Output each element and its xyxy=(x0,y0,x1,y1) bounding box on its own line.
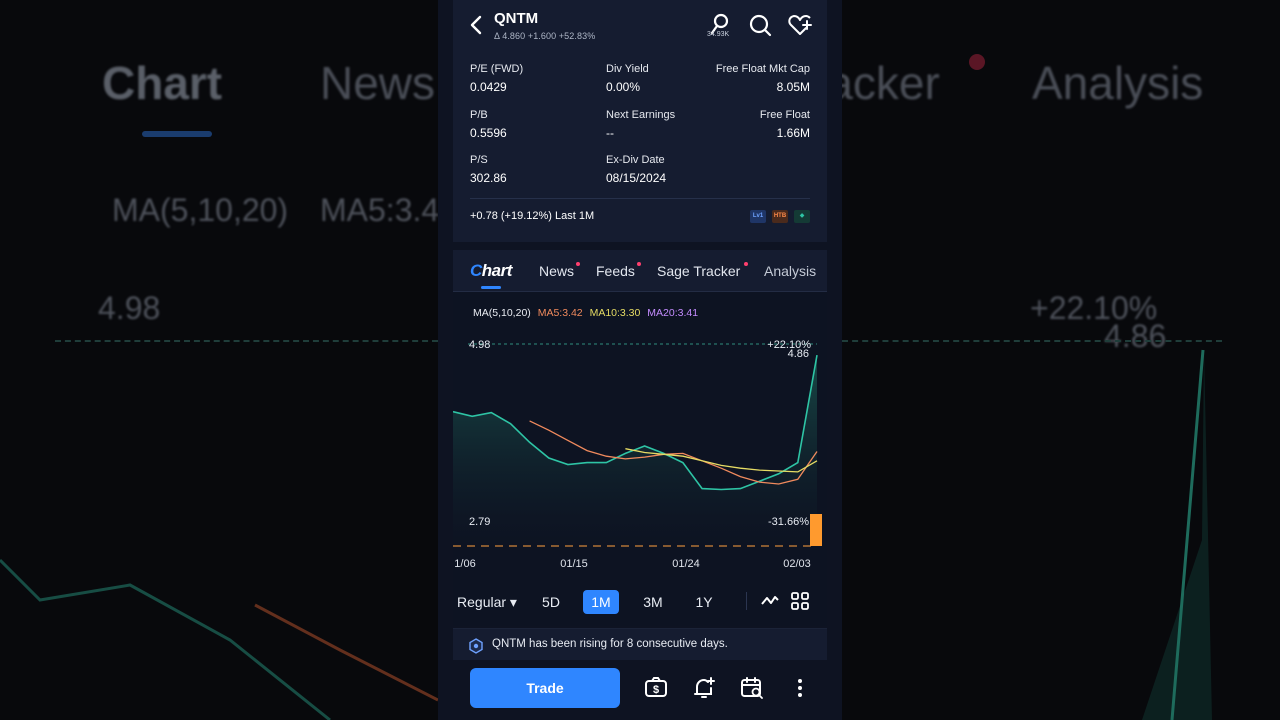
time-range-selector: Regular ▾ 5D 1M 3M 1Y xyxy=(453,578,827,626)
backdrop-right: racker Analysis +22.10% 4.86 xyxy=(842,0,1280,720)
stat-label: Next Earnings xyxy=(606,109,676,121)
calendar-search-icon[interactable] xyxy=(740,676,764,700)
tab-sage-tracker[interactable]: Sage Tracker xyxy=(657,263,740,279)
chart-tab-logo-c: C xyxy=(470,261,482,280)
high-price-label: 4.98 xyxy=(469,339,490,351)
range-3m[interactable]: 3M xyxy=(635,590,671,614)
level1-badge[interactable]: Lv1 xyxy=(750,210,766,223)
stat-value: -- xyxy=(606,126,614,140)
ai-insight-bar[interactable]: QNTM has been rising for 8 consecutive d… xyxy=(453,628,827,660)
feeds-notification-dot xyxy=(637,262,641,266)
add-to-watchlist-heart-icon[interactable] xyxy=(787,12,813,38)
stat-value: 0.0429 xyxy=(470,80,507,94)
active-tab-indicator xyxy=(481,286,501,289)
stat-value: 0.5596 xyxy=(470,126,507,140)
sage-tracker-notification-dot xyxy=(744,262,748,266)
diamond-badge-icon[interactable]: ◆ xyxy=(794,210,810,223)
tab-news[interactable]: News xyxy=(539,263,574,279)
stat-value: 1.66M xyxy=(776,126,810,140)
quote-summary: Δ 4.860 +1.600 +52.83% xyxy=(494,31,596,41)
stat-ex-div-date: Ex-Div Date 08/15/2024 xyxy=(606,154,666,185)
tab-feeds[interactable]: Feeds xyxy=(596,263,635,279)
range-5d[interactable]: 5D xyxy=(533,590,569,614)
stat-value: 8.05M xyxy=(776,80,810,94)
stat-pe-fwd: P/E (FWD) 0.0429 xyxy=(470,63,523,94)
trade-button[interactable]: Trade xyxy=(470,668,620,708)
stat-label: P/B xyxy=(470,109,488,121)
stat-next-earnings: Next Earnings -- xyxy=(606,109,675,140)
price-chart-svg: 4.98 +22.10%4.862.79 -31.66%1/06 01/15 01/24… xyxy=(453,339,822,570)
backdrop-chart-lines xyxy=(0,558,438,720)
stat-free-float: Free Float 1.66M xyxy=(760,109,810,140)
x-tick-label: 02/03 xyxy=(783,558,811,570)
last-price-label: 4.86 xyxy=(788,348,809,360)
dollar-order-icon[interactable]: $ xyxy=(644,676,668,700)
price-chart[interactable]: MA(5,10,20) MA5:3.42 MA10:3.30 MA20:3.41… xyxy=(453,292,827,578)
ticker-symbol: QNTM xyxy=(494,10,539,27)
chart-type-dropdown[interactable]: Regular ▾ xyxy=(457,590,517,614)
more-options-icon[interactable] xyxy=(788,676,812,700)
news-notification-dot xyxy=(576,262,580,266)
stat-ps: P/S 302.86 xyxy=(470,154,507,185)
stat-value: 0.00% xyxy=(606,80,641,94)
search-icon[interactable] xyxy=(747,12,773,38)
quote-header: QNTM Δ 4.860 +1.600 +52.83% 34.93K xyxy=(453,0,827,50)
volume-bar xyxy=(810,514,822,546)
indicator-line-icon[interactable] xyxy=(760,591,780,611)
tab-chart-label: hart xyxy=(481,261,513,280)
content-tabs: Chart News Feeds Sage Tracker Analysis xyxy=(453,250,827,292)
divider xyxy=(470,198,810,199)
range-1y[interactable]: 1Y xyxy=(686,590,722,614)
x-tick-label: 1/06 xyxy=(454,558,475,570)
tab-chart[interactable]: Chart xyxy=(470,261,512,281)
key-stats-panel: P/E (FWD) 0.0429 Div Yield 0.00% Free Fl… xyxy=(453,50,827,242)
stat-label: Free Float xyxy=(759,109,810,121)
htb-badge[interactable]: HTB xyxy=(772,210,788,223)
bottom-action-bar: Trade $ xyxy=(453,660,827,720)
stat-value: 302.86 xyxy=(470,171,507,185)
performance-summary: +0.78 (+19.12%) Last 1M xyxy=(470,210,595,222)
stat-label: P/S xyxy=(470,154,488,166)
stat-pb: P/B 0.5596 xyxy=(470,109,507,140)
watchers-count: 34.93K xyxy=(707,31,730,38)
x-tick-label: 01/15 xyxy=(560,558,588,570)
back-arrow-icon[interactable] xyxy=(467,14,487,36)
stat-label: Ex-Div Date xyxy=(606,154,665,166)
stat-label: P/E (FWD) xyxy=(470,63,524,75)
stat-value: 08/15/2024 xyxy=(606,171,667,185)
stat-label: Free Float Mkt Cap xyxy=(715,63,810,75)
range-separator xyxy=(746,592,747,610)
low-price-label: 2.79 xyxy=(469,516,490,528)
ai-insight-icon xyxy=(469,638,483,654)
tab-analysis[interactable]: Analysis xyxy=(764,263,816,279)
backdrop-left: Chart News MA(5,10,20) MA5:3.4 4.98 xyxy=(0,0,438,720)
price-alert-bell-icon[interactable] xyxy=(692,676,716,700)
insight-text: QNTM has been rising for 8 consecutive d… xyxy=(492,638,728,650)
svg-text:$: $ xyxy=(653,684,659,696)
stat-label: Div Yield xyxy=(606,63,649,75)
phone-screen: QNTM Δ 4.860 +1.600 +52.83% 34.93K P/E (… xyxy=(438,0,842,720)
low-pct-label: -31.66% xyxy=(768,516,809,528)
chart-settings-grid-icon[interactable] xyxy=(790,591,810,611)
backdrop-spike xyxy=(1142,349,1212,720)
x-tick-label: 01/24 xyxy=(672,558,700,570)
stat-div-yield: Div Yield 0.00% xyxy=(606,63,649,94)
stat-free-float-mkt-cap: Free Float Mkt Cap 8.05M xyxy=(716,63,810,94)
range-1m[interactable]: 1M xyxy=(583,590,619,614)
